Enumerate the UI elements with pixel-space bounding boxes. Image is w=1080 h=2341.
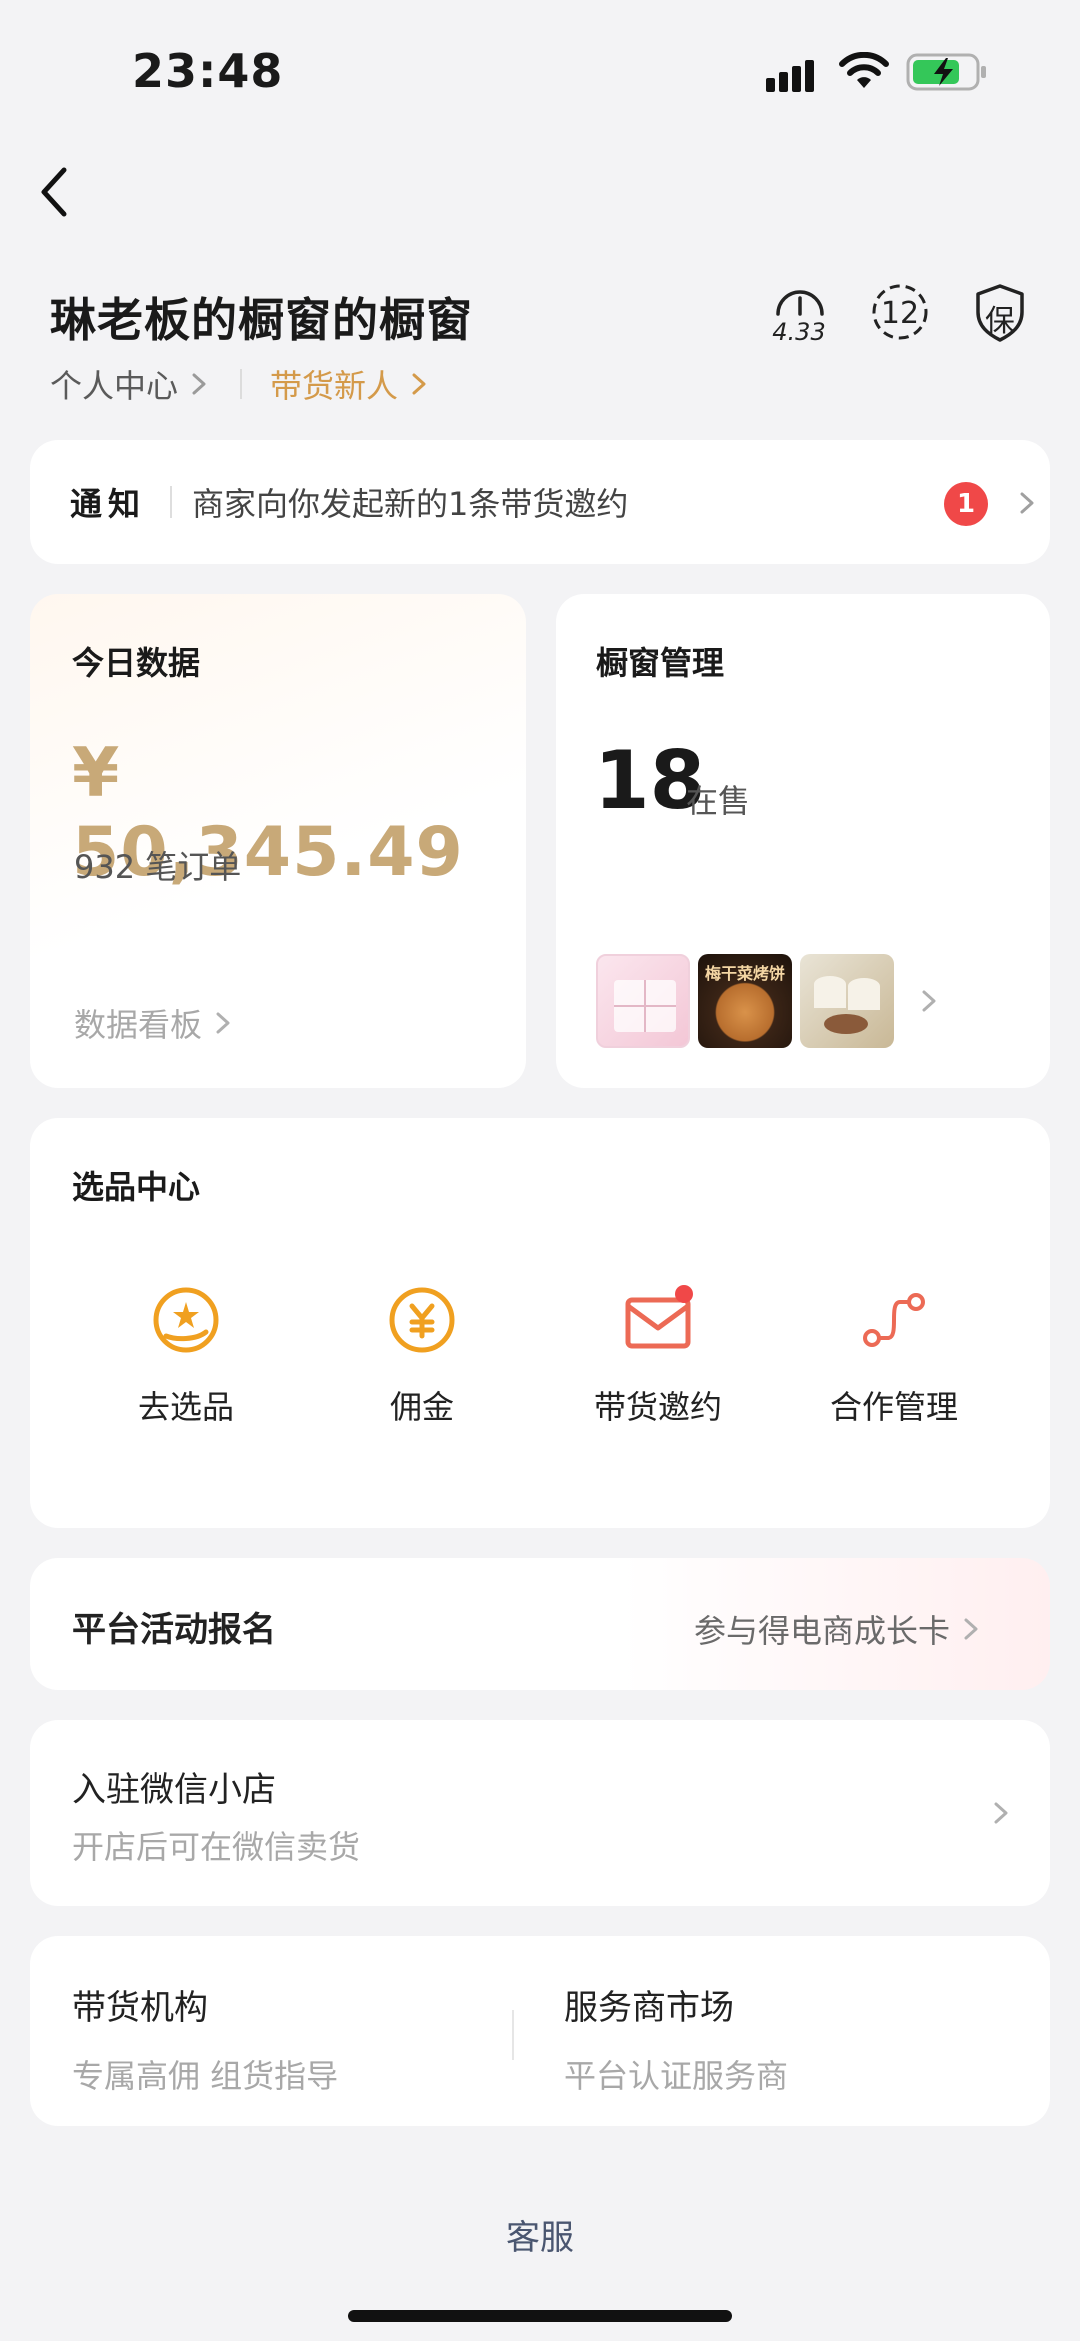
cooperation-management-button[interactable]: 合作管理 [794,1280,994,1428]
product-thumbnail[interactable]: 梅干菜烤饼 [698,954,792,1048]
chevron-right-icon [964,1618,978,1640]
battery-charging-icon [906,53,986,91]
divider [240,369,243,399]
commission-icon [389,1287,455,1353]
customer-service-link[interactable]: 客服 [0,2210,1080,2259]
agency-title: 带货机构 [72,1988,208,2028]
back-icon[interactable] [34,162,74,222]
wechat-shop-title: 入驻微信小店 [72,1770,276,1810]
divider [170,486,173,518]
cooperation-icon [863,1293,925,1347]
product-box-icon [614,980,676,1032]
select-product-icon [153,1287,219,1353]
wifi-icon [839,52,889,88]
product-thumbnail[interactable] [800,954,894,1048]
personal-center-link[interactable]: 个人中心 [50,361,212,407]
agency-service-card: 带货机构 专属高佣 组货指导 服务商市场 平台认证服务商 [30,1936,1050,2126]
agency-entry[interactable]: 带货机构 专属高佣 组货指导 [72,1980,338,2097]
service-market-entry[interactable]: 服务商市场 平台认证服务商 [564,1980,788,2097]
chevron-right-icon [412,373,426,395]
divider [512,2010,514,2060]
select-product-button[interactable]: 去选品 [86,1280,286,1428]
header-sub-links: 个人中心 带货新人 [50,362,432,406]
notice-label: 通知 [70,485,147,523]
service-market-title: 服务商市场 [564,1988,734,2028]
on-sale-label: 在售 [686,782,751,820]
level-value: 12 [880,296,920,331]
growth-card-text: 参与得电商成长卡 [694,1612,951,1650]
commission-label: 佣金 [389,1388,454,1426]
platform-activity-card[interactable]: 平台活动报名 参与得电商成长卡 [30,1558,1050,1690]
service-market-subtitle: 平台认证服务商 [564,2057,789,2095]
commission-button[interactable]: 佣金 [322,1280,522,1428]
today-order-count: 932 笔订单 [74,848,242,886]
status-time: 23:48 [132,44,284,98]
wechat-shop-subtitle: 开店后可在微信卖货 [72,1828,361,1866]
chevron-right-icon [1020,492,1034,514]
newbie-tag-label: 带货新人 [270,367,399,405]
chevron-right-icon [922,990,936,1012]
product-cups-icon [814,976,880,1034]
newbie-tag-link[interactable]: 带货新人 [270,361,432,407]
data-dashboard-label: 数据看板 [74,1006,203,1044]
signal-icon [766,60,814,92]
page-title: 琳老板的橱窗的橱窗 [50,293,473,347]
data-dashboard-link[interactable]: 数据看板 [74,1000,236,1046]
select-product-label: 去选品 [137,1388,234,1426]
notice-card[interactable]: 通知 商家向你发起新的1条带货邀约 1 [30,440,1050,564]
wechat-shop-card[interactable]: 入驻微信小店 开店后可在微信卖货 [30,1720,1050,1906]
product-thumbnail-label: 梅干菜烤饼 [704,964,785,983]
invitation-button[interactable]: 带货邀约 [558,1280,758,1428]
platform-activity-title: 平台活动报名 [72,1610,276,1650]
invitation-icon [625,1285,693,1349]
status-bar: 23:48 [0,0,1080,140]
shelf-heading: 橱窗管理 [596,644,725,682]
selection-center-card: 选品中心 去选品 佣金 带货邀约 合作管理 [30,1118,1050,1528]
chevron-right-icon [192,373,206,395]
shop-score: 4.33 [772,318,826,346]
invitation-label: 带货邀约 [593,1388,722,1426]
agency-subtitle: 专属高佣 组货指导 [72,2057,339,2095]
notice-count-badge: 1 [944,482,988,526]
cooperation-label: 合作管理 [829,1388,958,1426]
shelf-management-card[interactable]: 橱窗管理 18 在售 梅干菜烤饼 [556,594,1050,1088]
chevron-right-icon [216,1012,230,1034]
personal-center-label: 个人中心 [50,367,179,405]
selection-center-heading: 选品中心 [72,1168,201,1206]
notice-text: 商家向你发起新的1条带货邀约 [192,485,629,523]
growth-card-link[interactable]: 参与得电商成长卡 [694,1606,984,1652]
product-thumbnail[interactable] [596,954,690,1048]
chevron-right-icon [994,1802,1008,1824]
guarantee-label: 保 [985,304,1015,339]
today-data-card[interactable]: 今日数据 ¥ 50,345.49 932 笔订单 数据看板 [30,594,526,1088]
home-indicator[interactable] [348,2310,732,2322]
today-data-heading: 今日数据 [72,644,201,682]
